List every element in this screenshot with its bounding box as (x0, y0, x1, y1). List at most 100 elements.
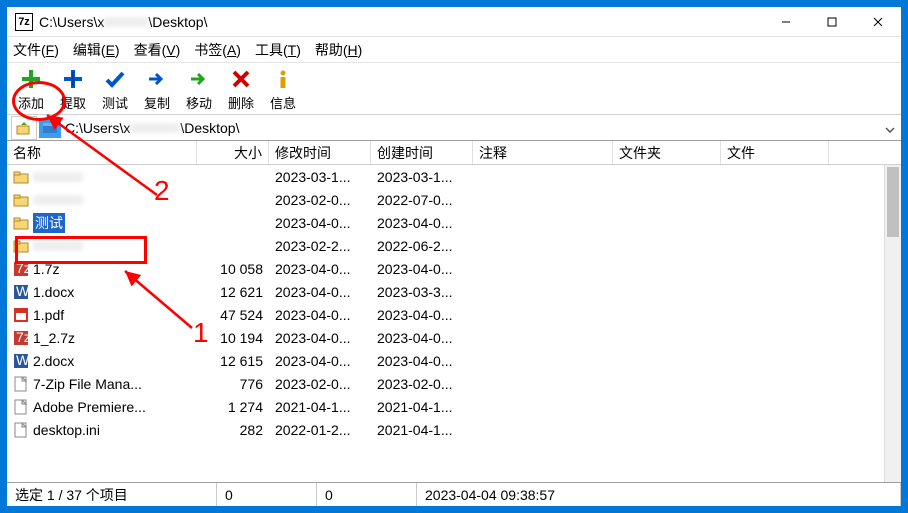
header-name[interactable]: 名称 (7, 141, 197, 164)
file-modified: 2023-04-0... (269, 307, 371, 323)
file-list-area: 2023-03-1...2023-03-1...2023-02-0...2022… (7, 165, 901, 482)
status-datetime: 2023-04-04 09:38:57 (417, 483, 901, 506)
file-row[interactable]: desktop.ini2822022-01-2...2021-04-1... (7, 418, 884, 441)
file-modified: 2023-02-2... (269, 238, 371, 254)
file-size: 282 (197, 422, 269, 438)
extract-icon (61, 67, 85, 91)
file-row[interactable]: 2023-03-1...2023-03-1... (7, 165, 884, 188)
move-icon (187, 67, 211, 91)
menu-view[interactable]: 查看(V) (134, 40, 181, 60)
app-window: 2 1 7z C:\Users\x\Desktop\ 文件(F) 编辑(E) 查… (6, 6, 902, 507)
file-created: 2022-07-0... (371, 192, 473, 208)
toolbar-add-label: 添加 (18, 93, 44, 112)
toolbar-delete[interactable]: 删除 (223, 67, 259, 112)
scrollbar-thumb[interactable] (887, 167, 899, 237)
plus-icon (19, 67, 43, 91)
svg-text:W: W (16, 284, 29, 299)
file-created: 2023-03-1... (371, 169, 473, 185)
maximize-button[interactable] (809, 7, 855, 37)
file-size: 12 621 (197, 284, 269, 300)
menu-file[interactable]: 文件(F) (13, 40, 59, 60)
file-row[interactable]: 1.pdf47 5242023-04-0...2023-04-0... (7, 303, 884, 326)
file-modified: 2023-04-0... (269, 215, 371, 231)
file-size: 12 615 (197, 353, 269, 369)
menu-edit[interactable]: 编辑(E) (73, 40, 120, 60)
vertical-scrollbar[interactable] (884, 165, 901, 482)
7z-icon: 7z (13, 261, 29, 277)
file-name: 1.pdf (33, 307, 64, 323)
toolbar-test[interactable]: 测试 (97, 67, 133, 112)
menu-help[interactable]: 帮助(H) (315, 40, 362, 60)
header-size[interactable]: 大小 (197, 141, 269, 164)
file-modified: 2022-01-2... (269, 422, 371, 438)
svg-text:7z: 7z (16, 261, 29, 276)
header-created[interactable]: 创建时间 (371, 141, 473, 164)
check-icon (103, 67, 127, 91)
toolbar-copy[interactable]: 复制 (139, 67, 175, 112)
file-modified: 2023-02-0... (269, 376, 371, 392)
file-created: 2023-03-3... (371, 284, 473, 300)
pdf-icon (13, 307, 29, 323)
file-row[interactable]: 测试 2023-04-0...2023-04-0... (7, 211, 884, 234)
file-created: 2023-04-0... (371, 261, 473, 277)
window-title: C:\Users\x\Desktop\ (39, 14, 763, 30)
header-folder[interactable]: 文件夹 (613, 141, 721, 164)
file-created: 2023-04-0... (371, 330, 473, 346)
column-headers: 名称 大小 修改时间 创建时间 注释 文件夹 文件 (7, 141, 901, 165)
app-icon: 7z (15, 13, 33, 31)
file-modified: 2023-04-0... (269, 330, 371, 346)
path-dropdown[interactable] (879, 120, 901, 136)
file-row[interactable]: W2.docx12 6152023-04-0...2023-04-0... (7, 349, 884, 372)
toolbar-info[interactable]: 信息 (265, 67, 301, 112)
file-row[interactable]: W1.docx12 6212023-04-0...2023-03-3... (7, 280, 884, 303)
file-size: 1 274 (197, 399, 269, 415)
file-modified: 2023-04-0... (269, 261, 371, 277)
toolbar-extract-label: 提取 (60, 93, 86, 112)
folder-icon (13, 238, 29, 254)
header-comment[interactable]: 注释 (473, 141, 613, 164)
file-name: 7-Zip File Mana... (33, 376, 142, 392)
file-row[interactable]: 2023-02-2...2022-06-2... (7, 234, 884, 257)
file-created: 2023-02-0... (371, 376, 473, 392)
menu-bookmark[interactable]: 书签(A) (194, 40, 241, 60)
file-size: 776 (197, 376, 269, 392)
close-button[interactable] (855, 7, 901, 37)
file-name: desktop.ini (33, 422, 100, 438)
toolbar-move[interactable]: 移动 (181, 67, 217, 112)
file-name: 1_2.7z (33, 330, 75, 346)
toolbar-add[interactable]: 添加 (13, 67, 49, 112)
toolbar-delete-label: 删除 (228, 93, 254, 112)
status-bar: 选定 1 / 37 个项目 0 0 2023-04-04 09:38:57 (7, 482, 901, 506)
toolbar-extract[interactable]: 提取 (55, 67, 91, 112)
file-row[interactable]: 7z1_2.7z10 1942023-04-0...2023-04-0... (7, 326, 884, 349)
status-pane-3: 0 (317, 483, 417, 506)
file-row[interactable]: 2023-02-0...2022-07-0... (7, 188, 884, 211)
path-field[interactable]: C:\Users\x\Desktop\ (65, 120, 879, 136)
header-modified[interactable]: 修改时间 (269, 141, 371, 164)
header-file[interactable]: 文件 (721, 141, 829, 164)
file-row[interactable]: 7z1.7z10 0582023-04-0...2023-04-0... (7, 257, 884, 280)
copy-icon (145, 67, 169, 91)
file-created: 2023-04-0... (371, 215, 473, 231)
file-row[interactable]: Adobe Premiere...1 2742021-04-1...2021-0… (7, 395, 884, 418)
address-bar: C:\Users\x\Desktop\ (7, 115, 901, 141)
toolbar-info-label: 信息 (270, 93, 296, 112)
file-name: 测试 (33, 213, 65, 233)
file-list[interactable]: 2023-03-1...2023-03-1...2023-02-0...2022… (7, 165, 884, 482)
menu-tool[interactable]: 工具(T) (255, 40, 301, 60)
svg-text:7z: 7z (16, 330, 29, 345)
titlebar: 7z C:\Users\x\Desktop\ (7, 7, 901, 37)
folder-icon (13, 169, 29, 185)
docx-icon: W (13, 284, 29, 300)
file-name: 1.docx (33, 284, 74, 300)
drive-icon (39, 118, 61, 138)
file-created: 2021-04-1... (371, 399, 473, 415)
up-button[interactable] (11, 116, 37, 140)
file-row[interactable]: 7-Zip File Mana...7762023-02-0...2023-02… (7, 372, 884, 395)
chevron-down-icon (885, 127, 895, 133)
file-name: Adobe Premiere... (33, 399, 146, 415)
file-created: 2023-04-0... (371, 307, 473, 323)
minimize-button[interactable] (763, 7, 809, 37)
file-modified: 2023-02-0... (269, 192, 371, 208)
toolbar: 添加 提取 测试 复制 移动 删除 信息 (7, 63, 901, 115)
